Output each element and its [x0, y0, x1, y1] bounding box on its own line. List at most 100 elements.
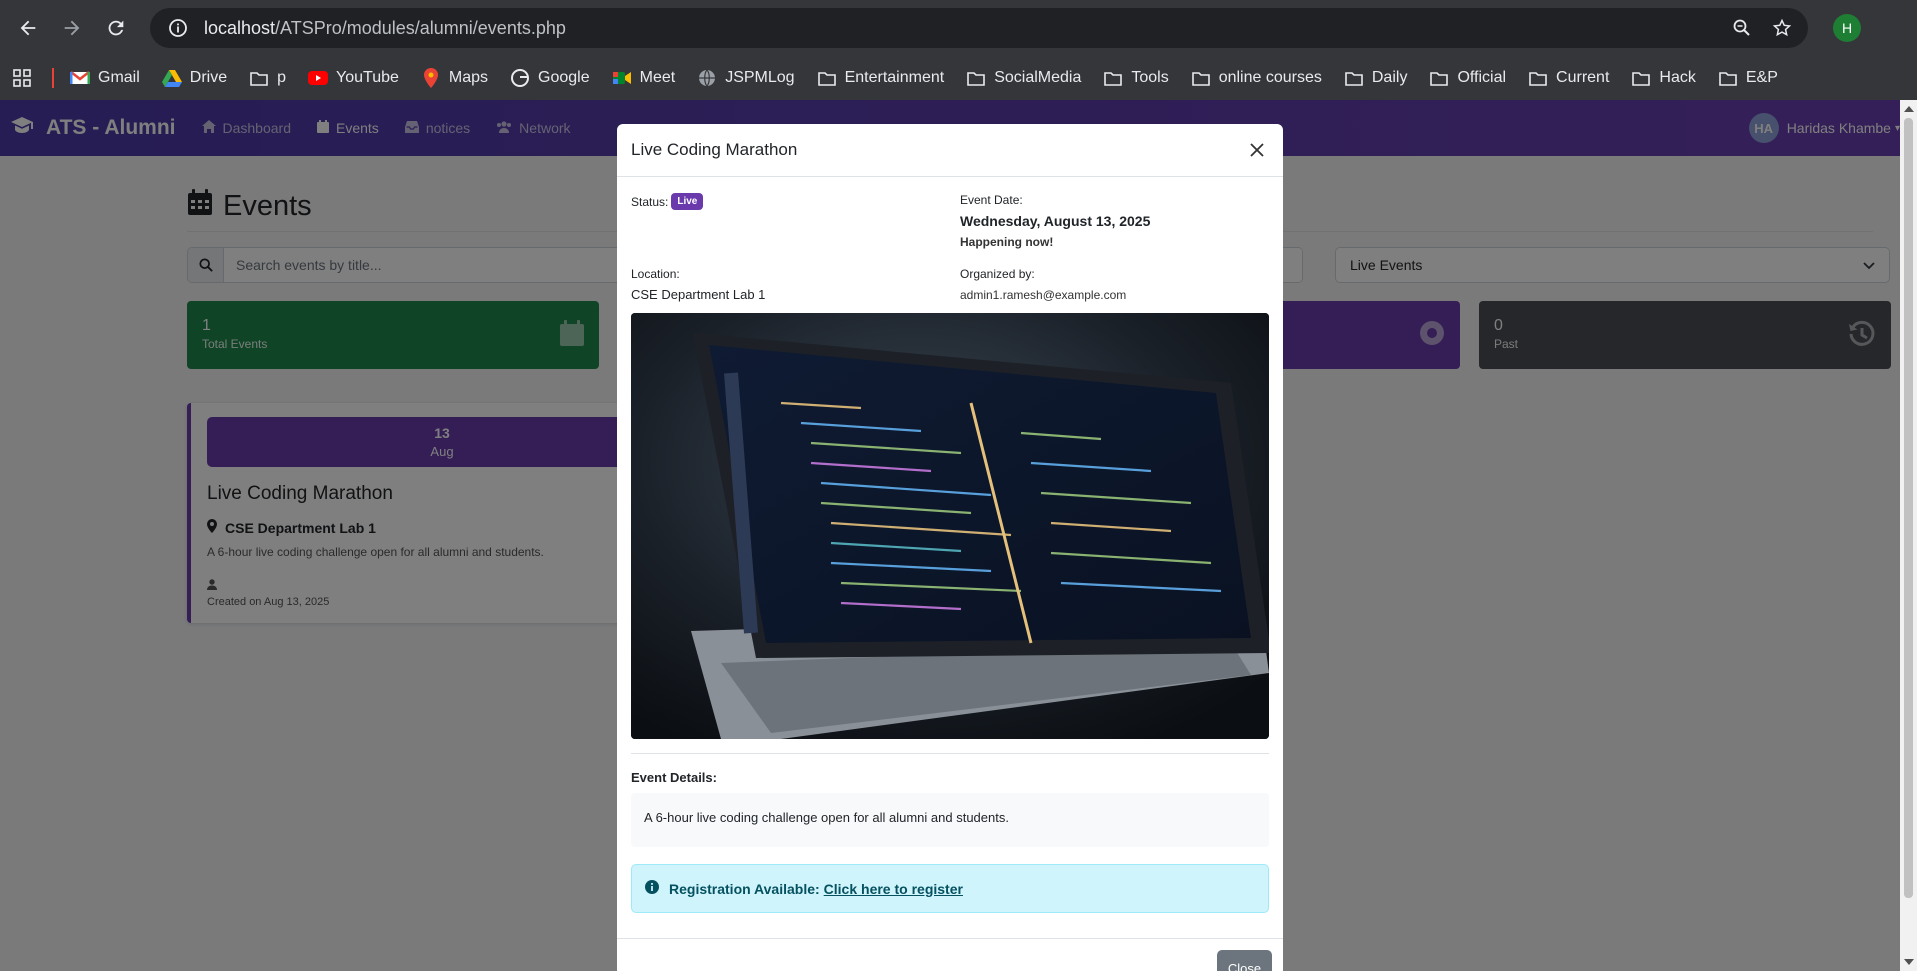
arrow-right-icon	[64, 20, 80, 36]
url-path: /ATSPro/modules/alumni/events.php	[275, 17, 566, 38]
bookmark-online-courses[interactable]: online courses	[1191, 68, 1322, 88]
bookmark-label: Current	[1556, 69, 1610, 86]
organizer-field: Organized by: admin1.ramesh@example.com	[960, 267, 1126, 302]
folder-icon	[817, 68, 837, 88]
bookmark-hack[interactable]: Hack	[1631, 68, 1696, 88]
bookmark-drive[interactable]: Drive	[161, 68, 228, 88]
modal-title: Live Coding Marathon	[631, 140, 798, 159]
event-date-label: Event Date:	[960, 193, 1023, 207]
location-label: Location:	[631, 267, 680, 281]
bookmark-list: Gmail Drive p YouTube Maps Google Meet JSPMLog E…	[70, 68, 1800, 88]
bookmark-socialmedia[interactable]: SocialMedia	[966, 68, 1081, 88]
event-detail-modal: Live Coding Marathon Status: Live Event …	[617, 124, 1283, 971]
bookmark-label: Official	[1457, 69, 1507, 86]
event-date-field: Event Date: Wednesday, August 13, 2025 H…	[960, 193, 1150, 249]
bookmark-e-p[interactable]: E&P	[1718, 68, 1778, 88]
google-icon	[510, 68, 530, 88]
bookmark-daily[interactable]: Daily	[1344, 68, 1408, 88]
page-viewport: ATS - Alumni DashboardEventsnoticesNetwo…	[0, 100, 1900, 971]
back-button[interactable]	[6, 6, 50, 50]
bookmark-label: Daily	[1371, 69, 1408, 86]
bookmark-label: JSPMLog	[725, 69, 795, 86]
bookmark-label: SocialMedia	[994, 69, 1082, 86]
organizer-value: admin1.ramesh@example.com	[960, 288, 1127, 302]
scroll-down-icon[interactable]	[1904, 959, 1914, 965]
footer-divider	[617, 938, 1283, 939]
bookmark-label: Hack	[1659, 69, 1696, 86]
folder-icon	[1429, 68, 1449, 88]
bookmark-tools[interactable]: Tools	[1103, 68, 1169, 88]
registration-prefix: Registration Available:	[669, 880, 820, 897]
folder-icon	[1528, 68, 1548, 88]
reload-button[interactable]	[94, 6, 138, 50]
organizer-label: Organized by:	[960, 267, 1035, 281]
url-host: localhost	[204, 17, 276, 38]
bookmark-label: online courses	[1218, 69, 1322, 86]
bookmark-google[interactable]: Google	[510, 68, 590, 88]
reload-icon	[108, 20, 124, 36]
browser-toolbar: localhost/ATSPro/modules/alumni/events.p…	[0, 0, 1917, 56]
bookmark-label: Maps	[448, 69, 489, 86]
bookmark-label: Google	[538, 69, 590, 86]
bookmark-official[interactable]: Official	[1429, 68, 1506, 88]
event-date-status: Happening now!	[960, 235, 1054, 249]
bookmark-youtube[interactable]: YouTube	[308, 68, 399, 88]
status-badge: Live	[671, 193, 704, 210]
youtube-icon	[308, 68, 329, 88]
bookmark-jspmlog[interactable]: JSPMLog	[697, 68, 795, 88]
info-circle-icon	[645, 880, 659, 897]
bookmark-label: Gmail	[98, 69, 140, 86]
scrollbar[interactable]	[1900, 100, 1917, 971]
meet-icon	[612, 68, 632, 88]
close-icon[interactable]	[1245, 138, 1269, 162]
location-value: CSE Department Lab 1	[631, 287, 766, 302]
folder-icon	[1191, 68, 1211, 88]
bookmarks-bar: Gmail Drive p YouTube Maps Google Meet JSPMLog E…	[0, 56, 1917, 100]
status-field: Status: Live	[631, 193, 704, 210]
bookmark-current[interactable]: Current	[1528, 68, 1609, 88]
close-button[interactable]: Close	[1217, 950, 1272, 971]
bookmark-meet[interactable]: Meet	[612, 68, 676, 88]
forward-button[interactable]	[50, 6, 94, 50]
details-divider	[631, 753, 1269, 754]
bookmark-label: E&P	[1745, 69, 1778, 86]
bookmark-star-icon[interactable]	[1762, 8, 1802, 48]
location-field: Location: CSE Department Lab 1	[631, 267, 765, 302]
maps-icon	[421, 68, 441, 88]
drive-icon	[161, 68, 182, 88]
bookmark-maps[interactable]: Maps	[421, 68, 488, 88]
modal-header: Live Coding Marathon	[617, 124, 1283, 177]
bookmark-label: Meet	[639, 69, 676, 86]
bookmark-label: YouTube	[336, 69, 399, 86]
status-label: Status:	[631, 194, 669, 209]
bookmark-separator	[52, 68, 54, 88]
folder-icon	[1344, 68, 1364, 88]
address-bar[interactable]: localhost/ATSPro/modules/alumni/events.p…	[150, 8, 1808, 48]
details-label: Event Details:	[631, 770, 717, 785]
bookmark-label: Tools	[1131, 69, 1169, 86]
scrollbar-thumb[interactable]	[1904, 118, 1913, 898]
zoom-icon[interactable]	[1722, 8, 1762, 48]
folder-icon	[1103, 68, 1123, 88]
registration-alert: Registration Available: Click here to re…	[631, 864, 1269, 913]
folder-icon	[1718, 68, 1738, 88]
bookmark-p[interactable]: p	[249, 68, 286, 88]
event-date-value: Wednesday, August 13, 2025	[960, 213, 1151, 229]
scroll-up-icon[interactable]	[1904, 106, 1914, 112]
profile-avatar[interactable]: H	[1833, 14, 1861, 42]
details-text: A 6-hour live coding challenge open for …	[631, 793, 1269, 847]
site-info-icon[interactable]	[158, 8, 198, 48]
gmail-icon	[70, 68, 90, 88]
register-link[interactable]: Click here to register	[824, 881, 963, 897]
event-image	[631, 313, 1269, 739]
arrow-left-icon	[20, 20, 36, 36]
bookmark-gmail[interactable]: Gmail	[70, 68, 140, 88]
apps-grid-icon[interactable]	[12, 67, 34, 89]
folder-icon	[1631, 68, 1651, 88]
url-text: localhost/ATSPro/modules/alumni/events.p…	[204, 18, 1722, 39]
bookmark-label: Drive	[189, 69, 228, 86]
bookmark-label: Entertainment	[844, 69, 945, 86]
folder-icon	[249, 68, 269, 88]
bookmark-entertainment[interactable]: Entertainment	[817, 68, 945, 88]
folder-icon	[966, 68, 986, 88]
